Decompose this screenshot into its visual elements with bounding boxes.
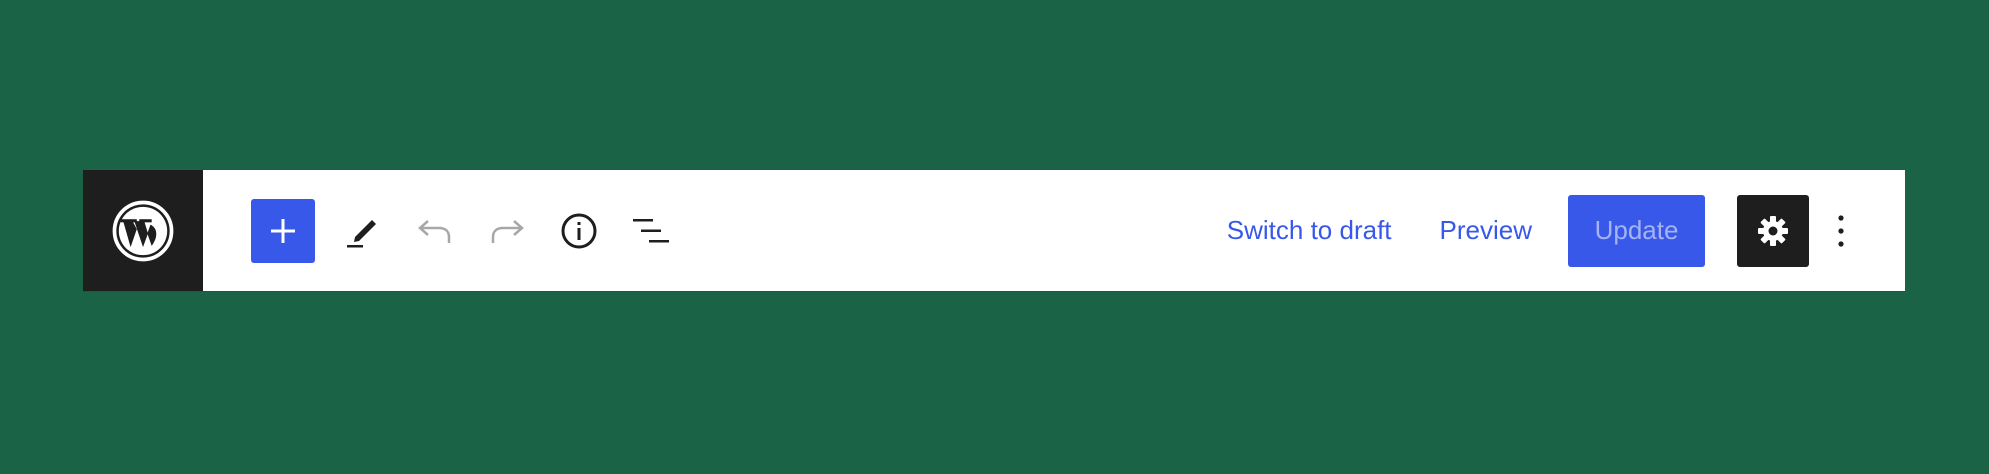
redo-button[interactable] xyxy=(483,207,531,255)
plus-icon xyxy=(271,218,295,243)
wordpress-logo-icon xyxy=(112,200,174,261)
preview-button[interactable]: Preview xyxy=(1428,215,1544,246)
update-button-label: Update xyxy=(1594,215,1679,245)
add-block-button[interactable] xyxy=(251,198,315,263)
right-tools-group: Switch to draft Preview Update xyxy=(1215,194,1857,267)
list-view-button[interactable] xyxy=(627,207,675,255)
info-icon xyxy=(561,213,597,248)
list-view-icon xyxy=(633,218,669,242)
tools-button[interactable] xyxy=(339,207,387,255)
update-button[interactable]: Update xyxy=(1568,194,1705,267)
wordpress-logo-button[interactable] xyxy=(83,170,203,291)
undo-icon xyxy=(418,219,451,243)
gear-icon xyxy=(1758,215,1788,246)
more-vertical-icon xyxy=(1838,214,1844,247)
switch-to-draft-button[interactable]: Switch to draft xyxy=(1215,215,1404,246)
editor-header-toolbar: Switch to draft Preview Update xyxy=(83,170,1905,291)
pencil-icon xyxy=(347,219,376,247)
details-button[interactable] xyxy=(555,207,603,255)
left-tools-group xyxy=(251,198,675,263)
options-button[interactable] xyxy=(1825,195,1857,267)
redo-icon xyxy=(491,219,524,243)
settings-button[interactable] xyxy=(1737,194,1809,267)
undo-button[interactable] xyxy=(411,207,459,255)
